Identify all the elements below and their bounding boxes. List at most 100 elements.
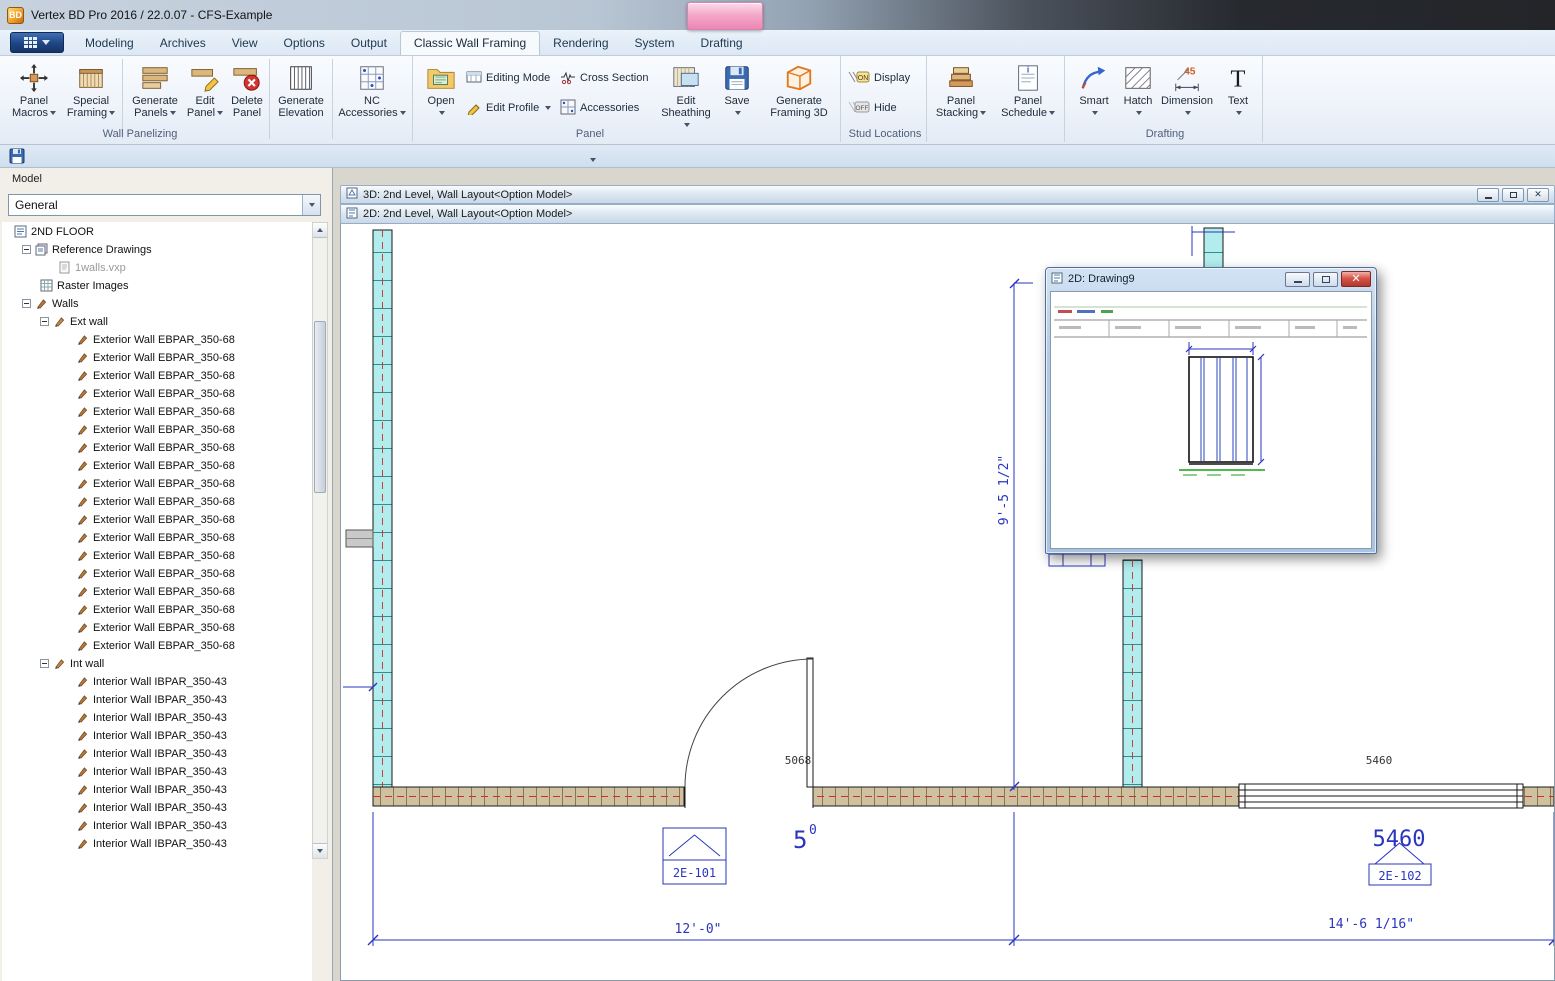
dimension-button[interactable]: 45 Dimension: [1160, 58, 1214, 128]
panel-stacking-button[interactable]: Panel Stacking: [932, 58, 990, 128]
nc-accessories-button[interactable]: NC Accessories: [335, 58, 409, 128]
tree-item-exterior-wall[interactable]: Exterior Wall EBPAR_350-68: [2, 420, 312, 438]
tab-modeling[interactable]: Modeling: [72, 32, 147, 55]
restore-button[interactable]: [1502, 188, 1524, 202]
tree-item-exterior-wall[interactable]: Exterior Wall EBPAR_350-68: [2, 492, 312, 510]
tree-item-exterior-wall[interactable]: Exterior Wall EBPAR_350-68: [2, 330, 312, 348]
save-button[interactable]: Save: [716, 58, 758, 128]
floating-window-drawing9[interactable]: 2D: Drawing9 ✕: [1045, 267, 1377, 554]
window-2d-titlebar[interactable]: 2D: 2nd Level, Wall Layout<Option Model>: [340, 204, 1555, 224]
scroll-up-button[interactable]: [313, 223, 327, 238]
scroll-down-button[interactable]: [313, 843, 327, 858]
tree-item-exterior-wall[interactable]: Exterior Wall EBPAR_350-68: [2, 348, 312, 366]
edit-panel-button[interactable]: Edit Panel: [184, 58, 226, 128]
tab-classic-wall-framing[interactable]: Classic Wall Framing: [400, 31, 540, 55]
ribbon-collapse-button[interactable]: [586, 150, 600, 162]
window-mark[interactable]: 5460: [1373, 827, 1426, 852]
panel-elevation-canvas[interactable]: [1051, 292, 1373, 550]
tree-item-exterior-wall[interactable]: Exterior Wall EBPAR_350-68: [2, 366, 312, 384]
dimension-vertical[interactable]: [1010, 279, 1033, 791]
maximize-button[interactable]: [1313, 272, 1338, 287]
open-button[interactable]: Open: [420, 58, 462, 128]
tree-item-exterior-wall[interactable]: Exterior Wall EBPAR_350-68: [2, 456, 312, 474]
window-opening[interactable]: [1239, 784, 1523, 808]
elevation-marker-2e101[interactable]: 2E-101: [663, 828, 726, 884]
collapse-toggle-icon[interactable]: [22, 245, 31, 254]
tab-drafting[interactable]: Drafting: [688, 32, 756, 55]
dim-label-9-5[interactable]: 9'-5 1/2": [997, 455, 1012, 525]
tab-archives[interactable]: Archives: [147, 32, 219, 55]
left-wall-dim-tick[interactable]: [343, 683, 377, 691]
collapse-toggle-icon[interactable]: [40, 317, 49, 326]
tree-item-interior-wall[interactable]: Interior Wall IBPAR_350-43: [2, 816, 312, 834]
delete-panel-button[interactable]: Delete Panel: [226, 58, 268, 128]
editing-mode-button[interactable]: Editing Mode: [466, 68, 550, 88]
tree-item-interior-wall[interactable]: Interior Wall IBPAR_350-43: [2, 726, 312, 744]
edit-profile-button[interactable]: Edit Profile: [466, 98, 551, 118]
tab-output[interactable]: Output: [338, 32, 400, 55]
hide-studs-button[interactable]: OFF Hide: [848, 98, 897, 118]
panel-macros-button[interactable]: Panel Macros: [6, 58, 62, 128]
tree-item-interior-wall[interactable]: Interior Wall IBPAR_350-43: [2, 798, 312, 816]
collapse-toggle-icon[interactable]: [22, 299, 31, 308]
minimize-button[interactable]: [1477, 188, 1499, 202]
tree-item-interior-wall[interactable]: Interior Wall IBPAR_350-43: [2, 690, 312, 708]
tree-item-exterior-wall[interactable]: Exterior Wall EBPAR_350-68: [2, 636, 312, 654]
tree-item-exterior-wall[interactable]: Exterior Wall EBPAR_350-68: [2, 564, 312, 582]
window-size-tag[interactable]: 5460: [1366, 754, 1393, 767]
dropdown-arrow-button[interactable]: [302, 195, 320, 215]
tree-item-exterior-wall[interactable]: Exterior Wall EBPAR_350-68: [2, 474, 312, 492]
special-framing-button[interactable]: Special Framing: [62, 58, 120, 128]
tree-item-reference-drawings[interactable]: Reference Drawings: [2, 240, 312, 258]
title-bar[interactable]: BD Vertex BD Pro 2016 / 22.0.07 - CFS-Ex…: [0, 0, 1555, 30]
tree-scrollbar[interactable]: [312, 222, 328, 859]
model-filter-dropdown[interactable]: General: [8, 194, 321, 216]
tree-item-exterior-wall[interactable]: Exterior Wall EBPAR_350-68: [2, 618, 312, 636]
tree-item-walls[interactable]: Walls: [2, 294, 312, 312]
tree-item-exterior-wall[interactable]: Exterior Wall EBPAR_350-68: [2, 510, 312, 528]
panel-elevation[interactable]: [1189, 357, 1253, 464]
edit-sheathing-button[interactable]: Edit Sheathing: [660, 58, 712, 128]
close-button[interactable]: ✕: [1341, 271, 1371, 287]
scroll-thumb[interactable]: [314, 321, 326, 493]
tree-item-interior-wall[interactable]: Interior Wall IBPAR_350-43: [2, 708, 312, 726]
tree-item-ext-wall-group[interactable]: Ext wall: [2, 312, 312, 330]
tree-item-exterior-wall[interactable]: Exterior Wall EBPAR_350-68: [2, 546, 312, 564]
tree-item-int-wall-group[interactable]: Int wall: [2, 654, 312, 672]
tree-item-exterior-wall[interactable]: Exterior Wall EBPAR_350-68: [2, 582, 312, 600]
window-3d-titlebar[interactable]: 3D: 2nd Level, Wall Layout<Option Model>…: [340, 185, 1555, 204]
dim-label-14-6[interactable]: 14'-6 1/16": [1328, 917, 1414, 932]
collapse-toggle-icon[interactable]: [40, 659, 49, 668]
dim-label-12-0[interactable]: 12'-0": [675, 922, 722, 937]
drawing9-viewport[interactable]: [1050, 291, 1372, 549]
panel-schedule-button[interactable]: i Panel Schedule: [998, 58, 1058, 128]
tab-system[interactable]: System: [622, 32, 688, 55]
tree-item-exterior-wall[interactable]: Exterior Wall EBPAR_350-68: [2, 384, 312, 402]
generate-panels-button[interactable]: Generate Panels: [126, 58, 184, 128]
tree-item-reference-file[interactable]: 1walls.vxp: [2, 258, 312, 276]
tab-rendering[interactable]: Rendering: [540, 32, 621, 55]
tree-item-exterior-wall[interactable]: Exterior Wall EBPAR_350-68: [2, 438, 312, 456]
tree-item-exterior-wall[interactable]: Exterior Wall EBPAR_350-68: [2, 528, 312, 546]
wall-stub-left[interactable]: [346, 530, 373, 547]
minimize-button[interactable]: [1285, 272, 1310, 287]
door-mark[interactable]: 5 0: [793, 823, 817, 854]
generate-framing-3d-button[interactable]: Generate Framing 3D: [762, 58, 836, 128]
close-button[interactable]: ✕: [1527, 188, 1549, 202]
dimension-marks-small[interactable]: [1049, 554, 1105, 566]
generate-elevation-button[interactable]: Generate Elevation: [272, 58, 330, 128]
door-size-tag[interactable]: 5068: [785, 754, 812, 767]
accessories-button[interactable]: Accessories: [560, 98, 639, 118]
tree-item-interior-wall[interactable]: Interior Wall IBPAR_350-43: [2, 834, 312, 852]
tree-item-interior-wall[interactable]: Interior Wall IBPAR_350-43: [2, 780, 312, 798]
tree-item-interior-wall[interactable]: Interior Wall IBPAR_350-43: [2, 762, 312, 780]
tree-item-exterior-wall[interactable]: Exterior Wall EBPAR_350-68: [2, 600, 312, 618]
tab-view[interactable]: View: [219, 32, 271, 55]
cross-section-button[interactable]: Cross Section: [560, 68, 648, 88]
tree-item-interior-wall[interactable]: Interior Wall IBPAR_350-43: [2, 672, 312, 690]
smart-dimension-button[interactable]: Smart: [1072, 58, 1116, 128]
tab-options[interactable]: Options: [271, 32, 338, 55]
door-opening[interactable]: [685, 658, 813, 808]
wall-middle-interior[interactable]: [1123, 560, 1142, 787]
tree-item-interior-wall[interactable]: Interior Wall IBPAR_350-43: [2, 744, 312, 762]
